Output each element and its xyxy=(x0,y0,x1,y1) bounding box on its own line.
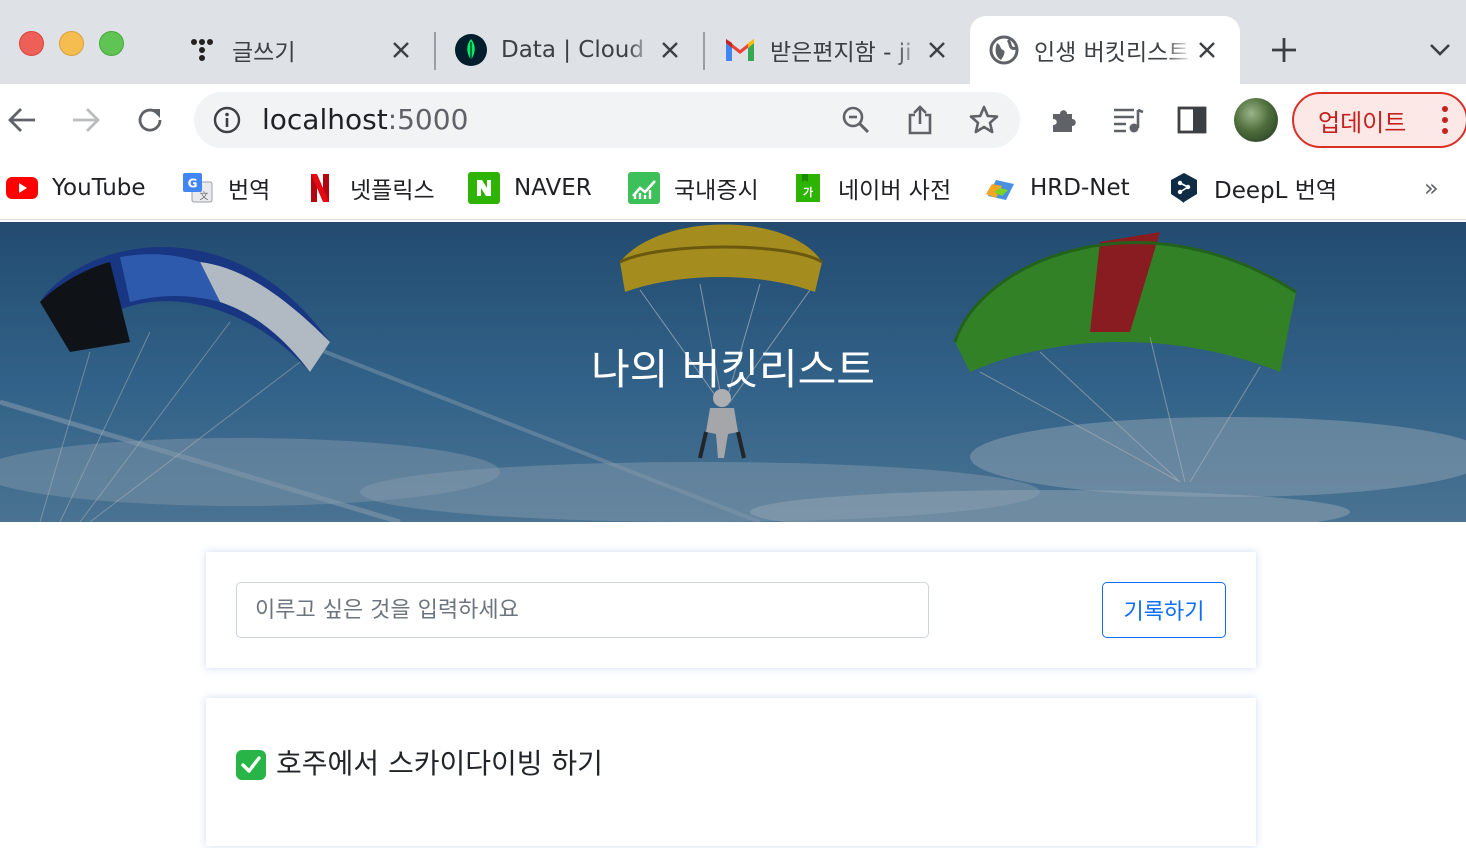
tab-gmail[interactable]: 받은편지함 - ji xyxy=(706,16,970,84)
side-panel-icon[interactable] xyxy=(1170,98,1214,142)
more-bookmarks-button[interactable]: » xyxy=(1424,174,1439,202)
deepl-icon xyxy=(1168,172,1200,204)
zoom-icon[interactable] xyxy=(838,102,874,138)
close-window-button[interactable] xyxy=(19,31,44,56)
bookmark-translate[interactable]: G 文 번역 xyxy=(182,168,270,208)
bookmark-label: DeepL 번역 xyxy=(1214,178,1338,204)
forward-arrow-icon[interactable] xyxy=(64,98,108,142)
close-icon[interactable] xyxy=(922,35,952,65)
naver-icon xyxy=(468,172,500,204)
close-icon[interactable] xyxy=(386,35,416,65)
tab-divider xyxy=(703,32,705,70)
bookmark-star-icon[interactable] xyxy=(966,102,1002,138)
chevron-down-icon[interactable] xyxy=(1424,34,1456,66)
new-tab-button[interactable] xyxy=(1264,30,1304,70)
naver-dictionary-icon: 가 xyxy=(792,172,824,204)
tab-divider xyxy=(434,32,436,70)
bucket-list-card: 호주에서 스카이다이빙 하기 xyxy=(206,698,1256,846)
bookmark-label: 국내증시 xyxy=(674,178,759,204)
bookmark-hrd-net[interactable]: HRD-Net xyxy=(984,168,1130,208)
address-bar[interactable]: localhost:5000 xyxy=(194,92,1020,148)
gmail-icon xyxy=(724,34,756,66)
tab-title: 받은편지함 - ji xyxy=(770,40,912,66)
bookmark-naver[interactable]: NAVER xyxy=(468,168,592,208)
update-button[interactable]: 업데이트 xyxy=(1292,92,1466,148)
close-icon[interactable] xyxy=(1192,35,1222,65)
profile-avatar[interactable] xyxy=(1234,98,1278,142)
tab-strip: 글쓰기 Data | Cloud 받은편지함 - ji 인생 버킷리스트 xyxy=(0,0,1466,84)
svg-text:G: G xyxy=(188,177,198,191)
site-info-icon[interactable] xyxy=(212,105,242,135)
globe-icon xyxy=(988,34,1020,66)
check-mark-icon xyxy=(236,750,266,780)
bookmark-label: 네이버 사전 xyxy=(838,178,952,204)
reload-icon[interactable] xyxy=(128,98,172,142)
svg-text:가: 가 xyxy=(803,185,813,199)
bookmark-youtube[interactable]: YouTube xyxy=(6,168,146,208)
bookmark-stock[interactable]: 국내증시 xyxy=(628,168,759,208)
close-icon[interactable] xyxy=(655,35,685,65)
bucket-item-text: 호주에서 스카이다이빙 하기 xyxy=(276,747,603,780)
more-menu-icon[interactable] xyxy=(1442,106,1448,134)
bookmark-label: YouTube xyxy=(52,175,146,201)
browser-toolbar: localhost:5000 업데이트 xyxy=(0,84,1466,156)
tab-bucket-list[interactable]: 인생 버킷리스트 xyxy=(970,16,1240,84)
google-translate-icon: G 文 xyxy=(182,172,214,204)
tab-title: 인생 버킷리스트 xyxy=(1034,40,1190,66)
media-playlist-icon[interactable] xyxy=(1106,98,1150,142)
svg-text:文: 文 xyxy=(199,190,208,202)
minimize-window-button[interactable] xyxy=(59,31,84,56)
record-button[interactable]: 기록하기 xyxy=(1102,582,1226,638)
bookmark-deepl[interactable]: DeepL 번역 xyxy=(1168,168,1337,208)
bookmark-netflix[interactable]: 넷플릭스 xyxy=(304,168,435,208)
hrd-net-icon xyxy=(984,172,1016,204)
naver-stock-icon xyxy=(628,172,660,204)
netflix-icon xyxy=(304,172,336,204)
fullscreen-window-button[interactable] xyxy=(99,31,124,56)
hero-title: 나의 버킷리스트 xyxy=(591,344,875,394)
hero-banner: 나의 버킷리스트 xyxy=(0,222,1466,522)
youtube-icon xyxy=(6,172,38,204)
tab-title: 글쓰기 xyxy=(232,40,296,66)
share-icon[interactable] xyxy=(902,102,938,138)
extensions-puzzle-icon[interactable] xyxy=(1042,98,1086,142)
url-host: localhost xyxy=(262,103,388,136)
bookmarks-bar: YouTube G 文 번역 넷플릭스 NAVER 국내증시 가 네이버 사전 … xyxy=(0,156,1466,220)
bookmark-label: HRD-Net xyxy=(1030,175,1130,201)
update-label: 업데이트 xyxy=(1318,108,1407,137)
bookmark-label: NAVER xyxy=(514,175,592,201)
bucket-form-card: 기록하기 xyxy=(206,552,1256,668)
bookmark-label: 번역 xyxy=(228,178,271,204)
tab-writing[interactable]: 글쓰기 xyxy=(168,16,434,84)
back-arrow-icon[interactable] xyxy=(0,98,44,142)
bookmark-dictionary[interactable]: 가 네이버 사전 xyxy=(792,168,951,208)
bucket-input[interactable] xyxy=(236,582,929,638)
url-port: :5000 xyxy=(387,103,469,136)
tistory-icon xyxy=(186,34,218,66)
url-text[interactable]: localhost:5000 xyxy=(262,104,468,136)
tab-mongodb[interactable]: Data | Cloud xyxy=(437,16,703,84)
bookmark-label: 넷플릭스 xyxy=(350,178,435,204)
mongodb-leaf-icon xyxy=(455,34,487,66)
tab-title: Data | Cloud xyxy=(501,37,644,63)
